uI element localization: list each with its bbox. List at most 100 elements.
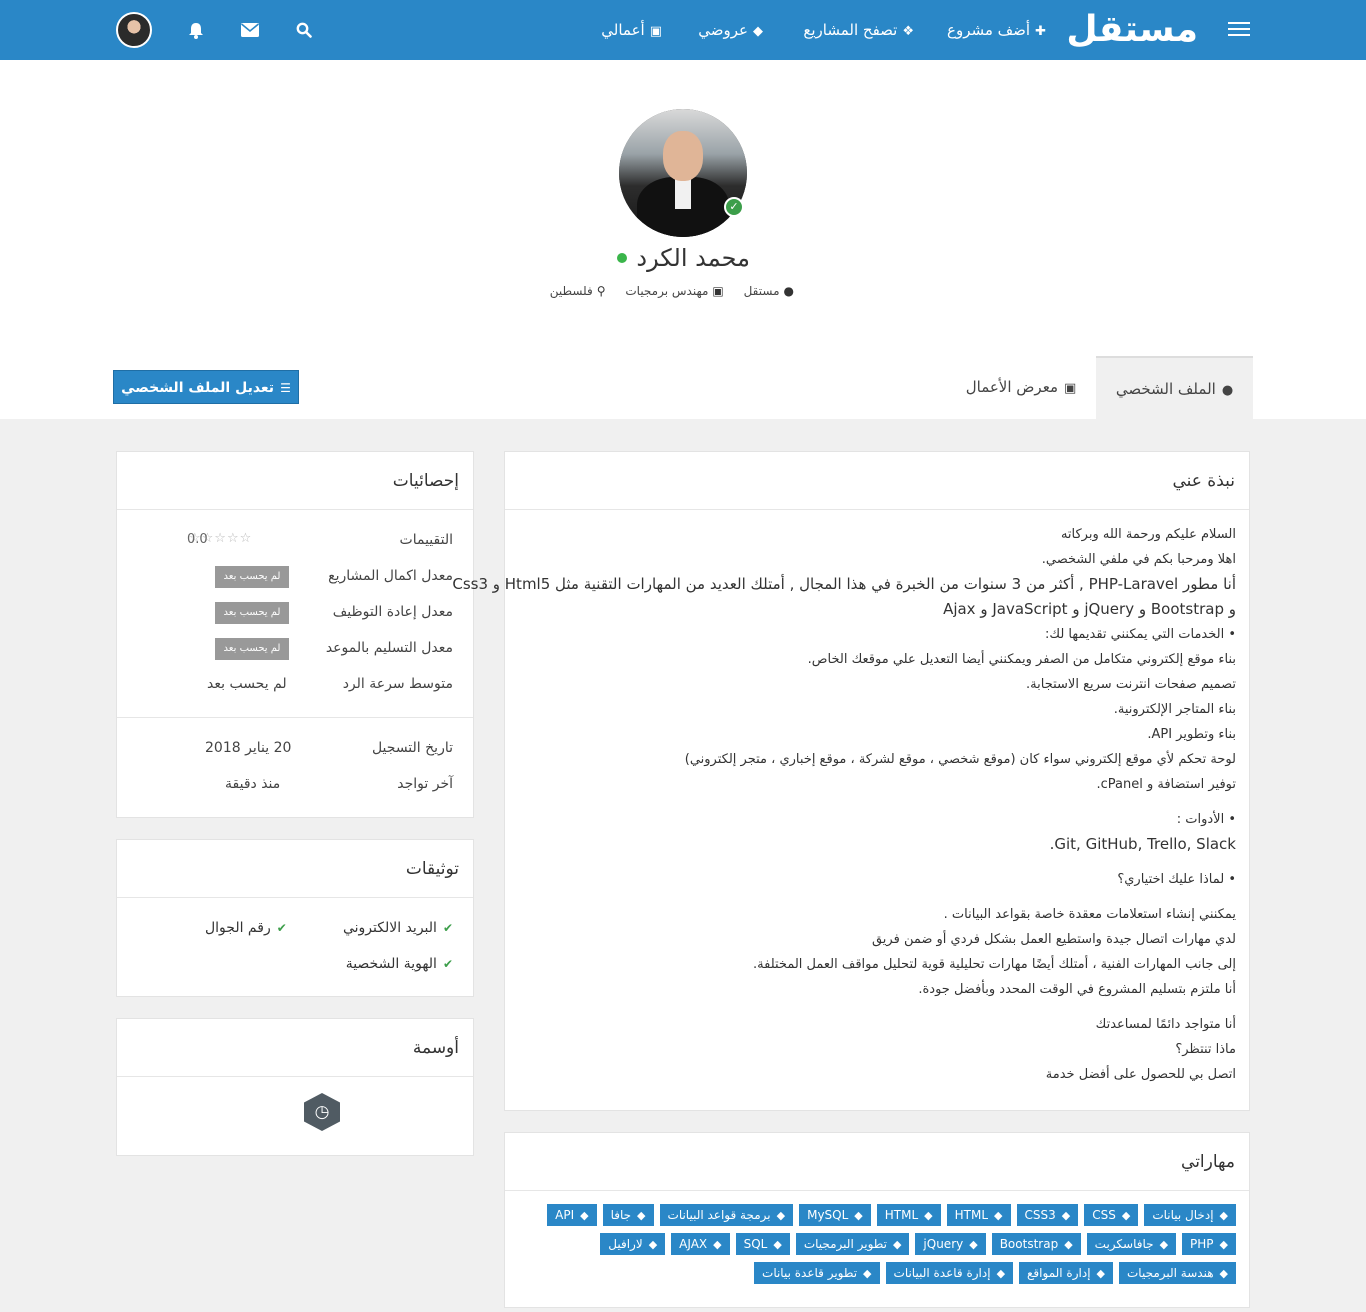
tag-icon: ◆ <box>969 1238 978 1251</box>
skill-tag[interactable]: ◆PHP <box>1182 1233 1236 1255</box>
bio-line: ماذا تنتظر؟ <box>1175 1042 1236 1057</box>
check-icon: ✔ <box>442 957 453 971</box>
profile-name: محمد الكرد <box>636 244 750 272</box>
skills-row: ◆إدخال بيانات ◆CSS ◆CSS3 ◆HTML ◆HTML ◆My… <box>536 1204 1236 1226</box>
bio-line: بناء وتطوير API. <box>1147 727 1236 742</box>
tag-icon: ◆ <box>924 1209 933 1222</box>
bio-line: لدي مهارات اتصال جيدة واستطيع العمل بشكل… <box>871 932 1236 947</box>
skill-tag[interactable]: ◆هندسة البرمجيات <box>1119 1262 1236 1284</box>
profile-meta: ●مستقل ▣مهندس برمجيات ⚲فلسطين <box>549 284 794 298</box>
briefcase-icon: ▣ <box>649 24 662 39</box>
tag-icon: ◆ <box>1061 1209 1071 1222</box>
skill-tag[interactable]: ◆CSS <box>1084 1204 1139 1226</box>
skill-tag[interactable]: ◆HTML <box>876 1204 941 1226</box>
briefcase-icon: ▣ <box>1063 381 1077 396</box>
completion-rate-label: معدل اكمال المشاريع <box>328 568 453 584</box>
registration-date-value: 20 يناير 2018 <box>205 740 292 756</box>
badges-title: أوسمة <box>117 1019 473 1077</box>
bio-line: توفير استضافة و cPanel. <box>1096 777 1236 792</box>
nav-my-works[interactable]: ▣أعمالي <box>601 0 662 60</box>
rehire-rate-label: معدل إعادة التوظيف <box>332 604 453 620</box>
skills-list: ◆إدخال بيانات ◆CSS ◆CSS3 ◆HTML ◆HTML ◆My… <box>536 1204 1236 1291</box>
tag-icon: ◆ <box>1096 1267 1105 1280</box>
skill-tag[interactable]: ◆لارافيل <box>600 1233 666 1255</box>
tab-portfolio[interactable]: ▣معرض الأعمال <box>950 356 1092 419</box>
tag-icon: ◆ <box>994 1209 1003 1222</box>
skill-tag[interactable]: ◆جافاسكربت <box>1086 1233 1177 1255</box>
bio-line: بناء موقع إلكتروني متكامل من الصفر ويمكن… <box>807 652 1236 667</box>
bio-line: بناء المتاجر الإلكترونية. <box>1113 702 1236 717</box>
nav-my-bids[interactable]: ◆عروضي <box>698 0 763 60</box>
cubes-icon: ❖ <box>902 24 914 39</box>
skill-tag[interactable]: ◆HTML <box>946 1204 1011 1226</box>
bio-line: أنا متواجد دائمًا لمساعدتك <box>1095 1017 1236 1032</box>
skill-tag[interactable]: ◆SQL <box>735 1233 790 1255</box>
skill-tag[interactable]: ◆API <box>547 1204 597 1226</box>
envelope-icon[interactable] <box>238 0 262 60</box>
skills-row: ◆PHP ◆جافاسكربت ◆Bootstrap ◆jQuery ◆تطوي… <box>536 1233 1236 1255</box>
tag-icon: ◆ <box>713 1238 722 1251</box>
tag-icon: ◆ <box>996 1267 1006 1280</box>
tag-icon: ◆ <box>1219 1238 1228 1251</box>
bio-line: اتصل بي للحصول على أفضل خدمة <box>1045 1067 1236 1082</box>
tag-icon: ◆ <box>1159 1238 1169 1251</box>
tag-icon: ◆ <box>637 1209 646 1222</box>
bell-icon[interactable] <box>184 0 208 60</box>
about-title: نبذة عني <box>505 452 1249 510</box>
nav-browse-projects[interactable]: ❖تصفح المشاريع <box>803 0 914 60</box>
completion-rate-badge: لم يحسب بعد <box>215 566 289 588</box>
tag-icon: ◆ <box>1121 1209 1131 1222</box>
skill-tag[interactable]: ◆jQuery <box>915 1233 986 1255</box>
skill-tag[interactable]: ◆إدارة قاعدة البيانات <box>885 1262 1014 1284</box>
edit-profile-button[interactable]: ☰تعديل الملف الشخصي <box>113 370 299 404</box>
skills-title: مهاراتي <box>505 1133 1249 1191</box>
bio-line: اهلا ومرحبا بكم في ملفي الشخصي. <box>1041 552 1236 567</box>
briefcase-icon: ▣ <box>712 284 724 298</box>
skill-tag[interactable]: ◆إدارة المواقع <box>1019 1262 1113 1284</box>
tag-icon: ◆ <box>892 1238 902 1251</box>
skill-tag[interactable]: ◆تطوير قاعدة بيانات <box>754 1262 880 1284</box>
verifications-title: توثيقات <box>117 840 473 898</box>
about-text: السلام عليكم ورحمة الله وبركاته اهلا ومر… <box>452 522 1236 1087</box>
bio-line: أنا ملتزم بتسليم المشروع في الوقت المحدد… <box>918 982 1236 997</box>
skill-tag[interactable]: ◆تطوير البرمجيات <box>795 1233 910 1255</box>
search-icon[interactable] <box>292 0 316 60</box>
site-logo[interactable]: مستقل <box>1066 4 1198 56</box>
email-verified: ✔البريد الالكتروني <box>342 920 453 936</box>
last-seen-value: منذ دقيقة <box>225 776 281 792</box>
tag-icon: ◆ <box>1219 1209 1228 1222</box>
tag-icon: ◆ <box>580 1209 589 1222</box>
ratings-label: التقييمات <box>399 532 453 548</box>
rating-value: 0.0 <box>187 532 208 547</box>
last-seen-label: آخر تواجد <box>397 776 453 792</box>
ontime-rate-badge: لم يحسب بعد <box>215 638 289 660</box>
skill-tag[interactable]: ◆AJAX <box>671 1233 730 1255</box>
map-marker-icon: ⚲ <box>596 284 606 298</box>
sliders-icon: ☰ <box>280 381 291 395</box>
divider <box>117 717 473 718</box>
check-icon: ✔ <box>442 921 453 935</box>
menu-icon[interactable] <box>1228 22 1250 37</box>
user-icon: ● <box>1221 383 1234 398</box>
skill-tag[interactable]: ◆Bootstrap <box>991 1233 1081 1255</box>
user-icon: ● <box>783 284 794 298</box>
skill-tag[interactable]: ◆جافا <box>602 1204 654 1226</box>
bio-line: • الأدوات : <box>1176 812 1236 827</box>
skill-tag[interactable]: ◆برمجة قواعد البيانات <box>659 1204 794 1226</box>
skill-tag[interactable]: ◆إدخال بيانات <box>1144 1204 1236 1226</box>
verified-check-icon: ✓ <box>724 197 744 217</box>
response-speed-value: لم يحسب بعد <box>207 676 287 692</box>
skill-tag[interactable]: ◆MySQL <box>799 1204 871 1226</box>
user-avatar[interactable] <box>116 12 152 48</box>
tab-profile[interactable]: ●الملف الشخصي <box>1096 356 1253 419</box>
online-status-dot <box>617 253 627 263</box>
profile-avatar <box>619 109 747 237</box>
bio-line: السلام عليكم ورحمة الله وبركاته <box>1060 527 1236 542</box>
tag-icon: ◆ <box>863 1267 872 1280</box>
nav-add-project[interactable]: ✚أضف مشروع <box>947 0 1046 60</box>
tag-icon: ◆ <box>1064 1238 1073 1251</box>
bio-line: تصميم صفحات انترنت سريع الاستجابة. <box>1026 677 1236 692</box>
skill-tag[interactable]: ◆CSS3 <box>1016 1204 1079 1226</box>
registration-date-label: تاريخ التسجيل <box>371 740 453 756</box>
skills-row: ◆هندسة البرمجيات ◆إدارة المواقع ◆إدارة ق… <box>536 1262 1236 1284</box>
